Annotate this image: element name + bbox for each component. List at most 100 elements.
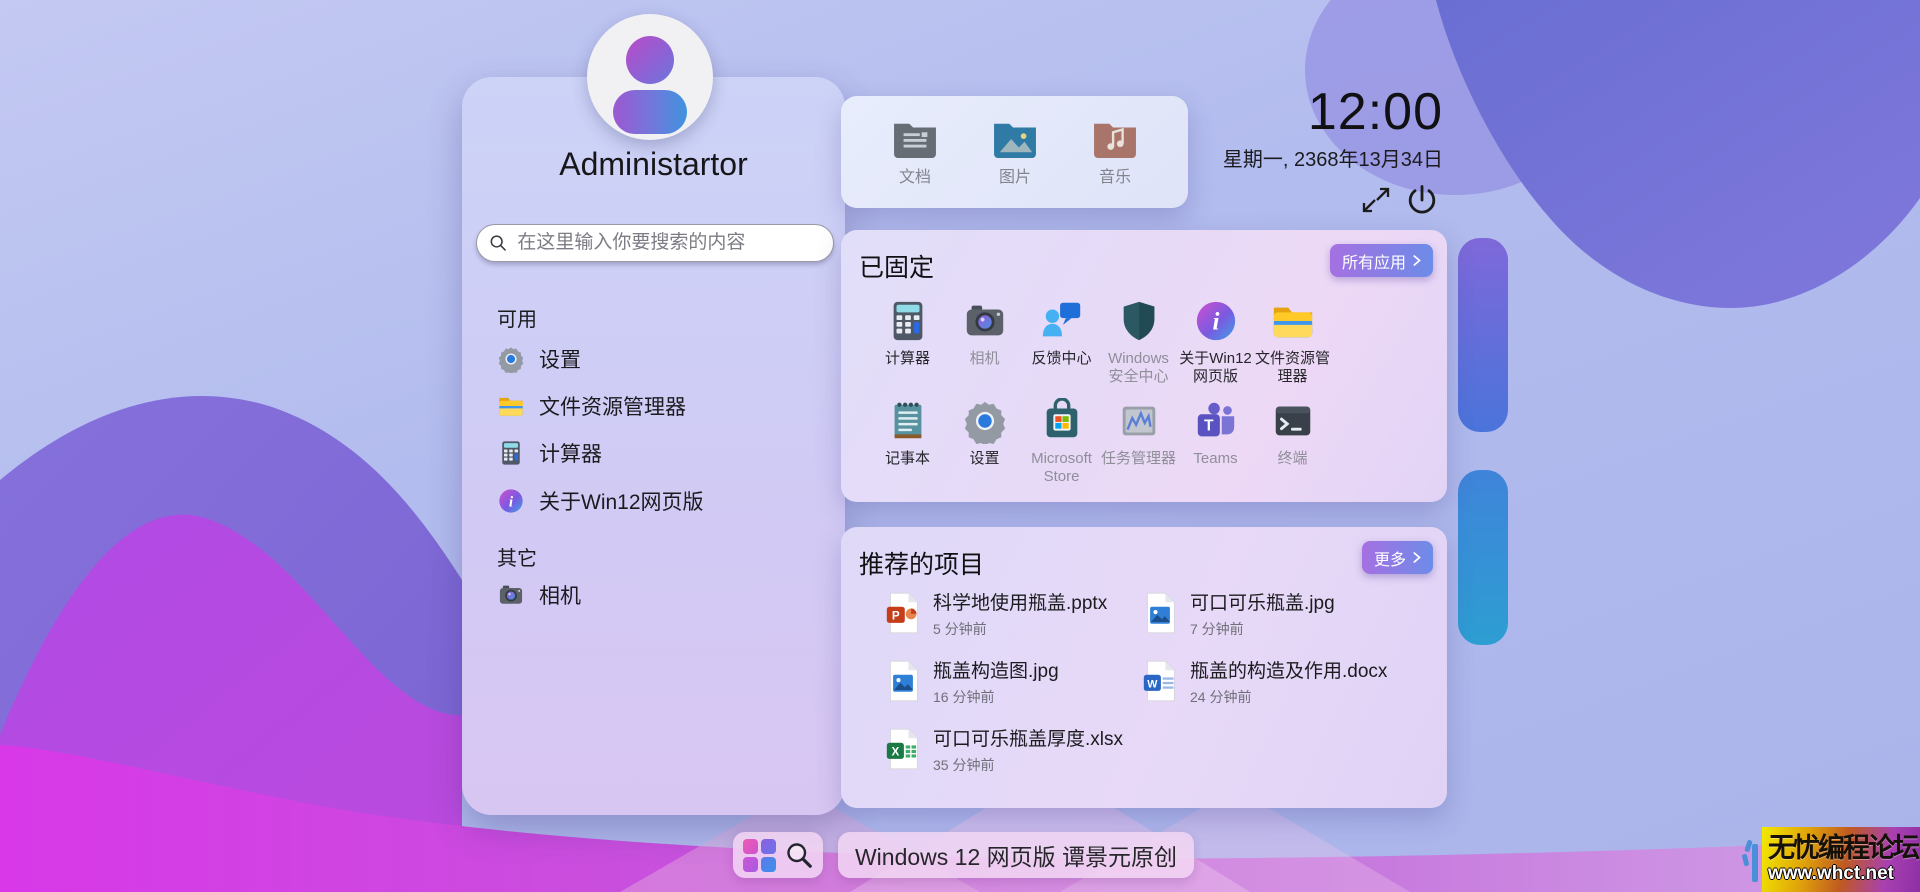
menu-item-about-win12[interactable]: i 关于Win12网页版 — [487, 478, 817, 524]
pinned-app-settings[interactable]: 设置 — [946, 398, 1023, 485]
recent-file-time: 7 分钟前 — [1190, 619, 1335, 639]
search-input[interactable] — [515, 231, 821, 255]
pinned-app-label: 相机 — [969, 350, 999, 368]
pinned-app-notepad[interactable]: 记事本 — [869, 398, 946, 485]
menu-item-label: 文件资源管理器 — [539, 391, 686, 421]
username: Administartor — [462, 146, 845, 183]
pinned-app-windows-security[interactable]: Windows 安全中心 — [1100, 298, 1177, 385]
avatar[interactable] — [587, 14, 713, 140]
avatar-body — [613, 90, 687, 134]
power-button[interactable] — [1404, 182, 1440, 218]
windows-logo-icon — [743, 839, 776, 872]
clock-date: 星期一, 2368年13月34日 — [1223, 143, 1443, 172]
pinned-app-label: Microsoft Store — [1023, 450, 1100, 485]
camera-icon — [497, 581, 525, 609]
start-button[interactable] — [733, 832, 823, 878]
word-file-icon: W — [1142, 659, 1178, 703]
excel-file-icon: X — [885, 727, 921, 771]
watermark-site-url: www.whct.net — [1768, 863, 1916, 885]
pinned-app-label: 任务管理器 — [1101, 450, 1176, 468]
watermark-logo-fragment — [1742, 838, 1762, 884]
search-box[interactable] — [476, 224, 834, 262]
more-button[interactable]: 更多 — [1362, 541, 1433, 574]
section-title-available: 可用 — [497, 303, 697, 332]
pinned-app-label: 终端 — [1277, 450, 1307, 468]
menu-item-camera[interactable]: 相机 — [487, 572, 817, 618]
more-label: 更多 — [1374, 546, 1406, 570]
folder-icon — [497, 392, 525, 420]
recent-file-xlsx[interactable]: X 可口可乐瓶盖厚度.xlsx 35 分钟前 — [885, 727, 1135, 775]
pinned-app-terminal[interactable]: 终端 — [1254, 398, 1331, 485]
image-file-icon — [1142, 591, 1178, 635]
recent-file-jpg[interactable]: 可口可乐瓶盖.jpg 7 分钟前 — [1142, 591, 1392, 639]
svg-text:W: W — [1147, 678, 1158, 690]
recent-file-name: 科学地使用瓶盖.pptx — [933, 591, 1107, 616]
store-icon — [1039, 398, 1085, 444]
desktop: Administartor 可用 设置 文件资源管理器 — [0, 0, 1920, 892]
pinned-app-label: Windows 安全中心 — [1100, 350, 1177, 385]
folder-music[interactable]: 音乐 — [1069, 118, 1161, 187]
pinned-app-label: Teams — [1193, 450, 1237, 468]
menu-item-file-explorer[interactable]: 文件资源管理器 — [487, 383, 817, 429]
pictures-folder-icon — [992, 118, 1038, 158]
search-icon — [489, 233, 507, 253]
chevron-right-icon — [1412, 551, 1421, 564]
folder-label: 文档 — [899, 163, 931, 187]
quick-folders-panel: 文档 图片 音乐 — [841, 96, 1188, 208]
pinned-app-teams[interactable]: T Teams — [1177, 398, 1254, 485]
pinned-app-label: 记事本 — [885, 450, 930, 468]
pinned-app-feedback-hub[interactable]: 反馈中心 — [1023, 298, 1100, 385]
svg-text:X: X — [891, 745, 899, 758]
recent-file-time: 5 分钟前 — [933, 619, 1107, 639]
section-title-other: 其它 — [497, 542, 697, 571]
task-manager-icon — [1116, 398, 1162, 444]
info-icon: i — [497, 487, 525, 515]
power-icon — [1404, 182, 1440, 218]
recent-file-name: 瓶盖构造图.jpg — [933, 659, 1059, 684]
recommended-title: 推荐的项目 — [859, 545, 984, 581]
file-explorer-icon — [1270, 298, 1316, 344]
pinned-app-microsoft-store[interactable]: Microsoft Store — [1023, 398, 1100, 485]
recent-file-jpg2[interactable]: 瓶盖构造图.jpg 16 分钟前 — [885, 659, 1135, 707]
recent-file-time: 16 分钟前 — [933, 687, 1059, 707]
pinned-title: 已固定 — [859, 248, 934, 284]
recent-file-time: 24 分钟前 — [1190, 687, 1387, 707]
music-folder-icon — [1092, 118, 1138, 158]
svg-text:T: T — [1204, 418, 1214, 435]
taskbar-search-icon[interactable] — [784, 840, 814, 870]
camera-icon — [962, 298, 1008, 344]
expand-icon — [1360, 184, 1392, 216]
powerpoint-file-icon: P — [885, 591, 921, 635]
pinned-app-label: 设置 — [969, 450, 999, 468]
recommended-panel: 推荐的项目 更多 P 科学地使用瓶盖.pptx 5 分钟前 — [841, 527, 1447, 808]
menu-item-label: 计算器 — [539, 438, 602, 468]
pinned-app-calculator[interactable]: 计算器 — [869, 298, 946, 385]
pinned-app-about-win12[interactable]: i 关于Win12网页版 — [1177, 298, 1254, 385]
pinned-app-camera[interactable]: 相机 — [946, 298, 1023, 385]
recent-file-name: 可口可乐瓶盖厚度.xlsx — [933, 727, 1123, 752]
recent-file-time: 35 分钟前 — [933, 755, 1123, 775]
desktop-windows-logo — [1458, 238, 1508, 645]
expand-button[interactable] — [1360, 184, 1392, 216]
recent-file-name: 瓶盖的构造及作用.docx — [1190, 659, 1387, 684]
folder-documents[interactable]: 文档 — [869, 118, 961, 187]
menu-item-calculator[interactable]: 计算器 — [487, 430, 817, 476]
calculator-icon — [885, 298, 931, 344]
pinned-app-label: 关于Win12网页版 — [1177, 350, 1254, 385]
terminal-icon — [1270, 398, 1316, 444]
menu-item-label: 相机 — [539, 580, 581, 610]
documents-folder-icon — [892, 118, 938, 158]
windows-security-icon — [1116, 298, 1162, 344]
info-icon: i — [1193, 298, 1239, 344]
watermark: 无忧编程论坛 www.whct.net — [1762, 827, 1920, 892]
folder-pictures[interactable]: 图片 — [969, 118, 1061, 187]
recent-file-docx[interactable]: W 瓶盖的构造及作用.docx 24 分钟前 — [1142, 659, 1392, 707]
feedback-hub-icon — [1039, 298, 1085, 344]
gear-icon — [497, 345, 525, 373]
recent-file-pptx[interactable]: P 科学地使用瓶盖.pptx 5 分钟前 — [885, 591, 1135, 639]
all-apps-button[interactable]: 所有应用 — [1330, 244, 1433, 277]
pinned-app-label: 反馈中心 — [1031, 350, 1091, 368]
menu-item-settings[interactable]: 设置 — [487, 336, 817, 382]
pinned-app-file-explorer[interactable]: 文件资源管理器 — [1254, 298, 1331, 385]
pinned-app-task-manager[interactable]: 任务管理器 — [1100, 398, 1177, 485]
